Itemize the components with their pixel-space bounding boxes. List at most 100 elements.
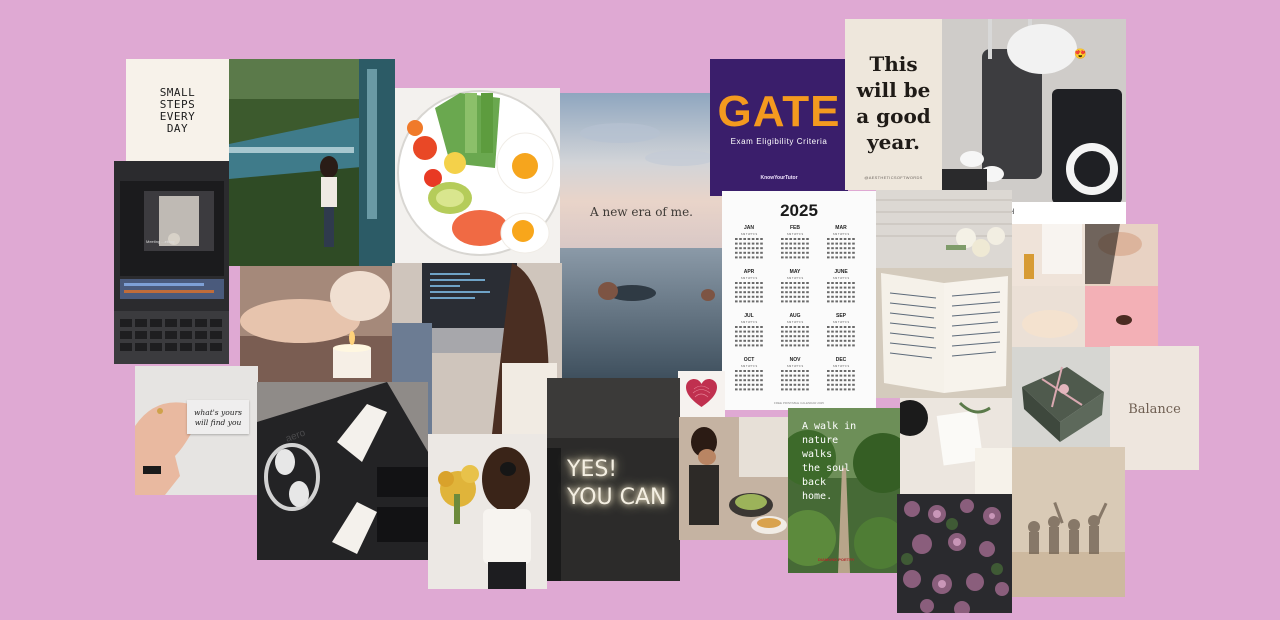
calendar-day-cell [789,282,792,284]
calendar-day-cell [827,282,830,284]
calendar-day-cell [835,247,838,250]
calendar-day-cell [751,300,755,303]
calendar-day-cell [739,370,742,372]
calendar-weekdays: S M T W T F S [833,233,850,236]
calendar-day-cell [843,383,847,386]
calendar-day-cell [806,374,809,377]
calendar-day-cell [806,247,809,250]
calendar-day-cell [781,370,784,372]
calendar-day-cell [848,295,851,298]
calendar-day-cell [839,374,843,377]
calendar-day-cell [739,256,742,259]
calendar-day-cell [802,374,805,377]
calendar-day-cell [793,300,797,303]
calendar-day-cell [793,374,797,377]
calendar-day-cell [797,286,801,289]
calendar-day-cell [739,238,742,240]
calendar-day-cell [785,291,788,294]
calendar-day-cell [747,247,751,250]
calendar-day-cell [802,379,805,382]
calendar-day-cell [793,383,797,386]
girl-flowers-photo [428,434,547,589]
calendar-day-cell [831,374,834,377]
calendar-day-cell [802,242,805,245]
calendar-day-cell [831,335,834,338]
calendar-day-cell [797,256,801,259]
calendar-day-cell [747,344,751,347]
calendar-day-cell [806,370,809,372]
calendar-day-cell [848,256,851,259]
calendar-day-cell [835,238,838,240]
calendar-day-cell [793,247,797,250]
calendar-day-cell [852,383,855,386]
calendar-day-cell [839,383,843,386]
calendar-day-cell [831,251,834,254]
calendar-day-cell [793,326,797,328]
calendar-day-cell [843,282,847,284]
calendar-day-cell [843,374,847,377]
calendar-day-cell [852,238,855,240]
calendar-day-cell [806,326,809,328]
calendar-day-cell [835,242,838,245]
calendar-day-cell [793,282,797,284]
calendar-day-cell [827,247,830,250]
calendar-day-cell [843,335,847,338]
laptop-screen-text: Meeting ...eblog [146,239,174,244]
calendar-weekdays: S M T W T F S [787,277,804,280]
calendar-day-cell [852,247,855,250]
calendar-day-cell [785,374,788,377]
balance-text: Balance [1128,402,1181,417]
calendar-day-cell [831,286,834,289]
calendar-day-cell [739,330,742,333]
calendar-day-cell [793,291,797,294]
yes-text: YES! [567,457,618,482]
calendar-day-cell [781,374,784,377]
calendar-day-cell [747,326,751,328]
calendar-day-cell [797,383,801,386]
calendar-day-cell [848,374,851,377]
calendar-weekdays: S M T W T F S [833,321,850,324]
calendar-day-cell [843,300,847,303]
calendar-day-cell [747,286,751,289]
calendar-day-cell [781,286,784,289]
calendar-day-cell [735,344,738,347]
tea-table-art [900,398,1012,494]
calendar-day-cell [743,374,746,377]
calendar-day-cell [852,291,855,294]
calendar-day-cell [802,247,805,250]
calendar-day-cell [743,251,746,254]
calendar-day-cell [743,291,746,294]
calendar-day-cell [785,370,788,372]
calendar-day-cell [785,379,788,382]
calendar-day-cell [735,286,738,289]
cooking-photo [679,417,788,540]
sneakers-art: aero [257,382,428,560]
calendar-day-cell [802,335,805,338]
calendar-day-cell [827,291,830,294]
fingerprint-heart-icon [686,379,717,407]
walk-line-2: nature [802,435,839,446]
calendar-day-cell [827,344,830,347]
calendar-day-cell [831,388,834,391]
calendar-day-cell [739,379,742,382]
calendar-day-cell [739,251,742,254]
calendar-day-cell [793,370,797,372]
calendar-weekdays: S M T W T F S [787,321,804,324]
calendar-day-cell [793,238,797,240]
calendar-day-cell [802,330,805,333]
calendar-day-cell [751,238,755,240]
calendar-day-cell [831,339,834,342]
calendar-day-cell [735,330,738,333]
calendar-day-cell [797,251,801,254]
calendar-day-cell [751,383,755,386]
calendar-day-cell [802,326,805,328]
whats-yours-line-1: what's yours [193,408,243,417]
calendar-day-cell [785,335,788,338]
calendar-day-cell [806,291,809,294]
calendar-day-cell [789,291,792,294]
calendar-day-cell [848,291,851,294]
calendar-day-cell [751,326,755,328]
calendar-day-cell [843,251,847,254]
calendar-day-cell [781,300,784,303]
calendar-day-cell [760,370,763,372]
